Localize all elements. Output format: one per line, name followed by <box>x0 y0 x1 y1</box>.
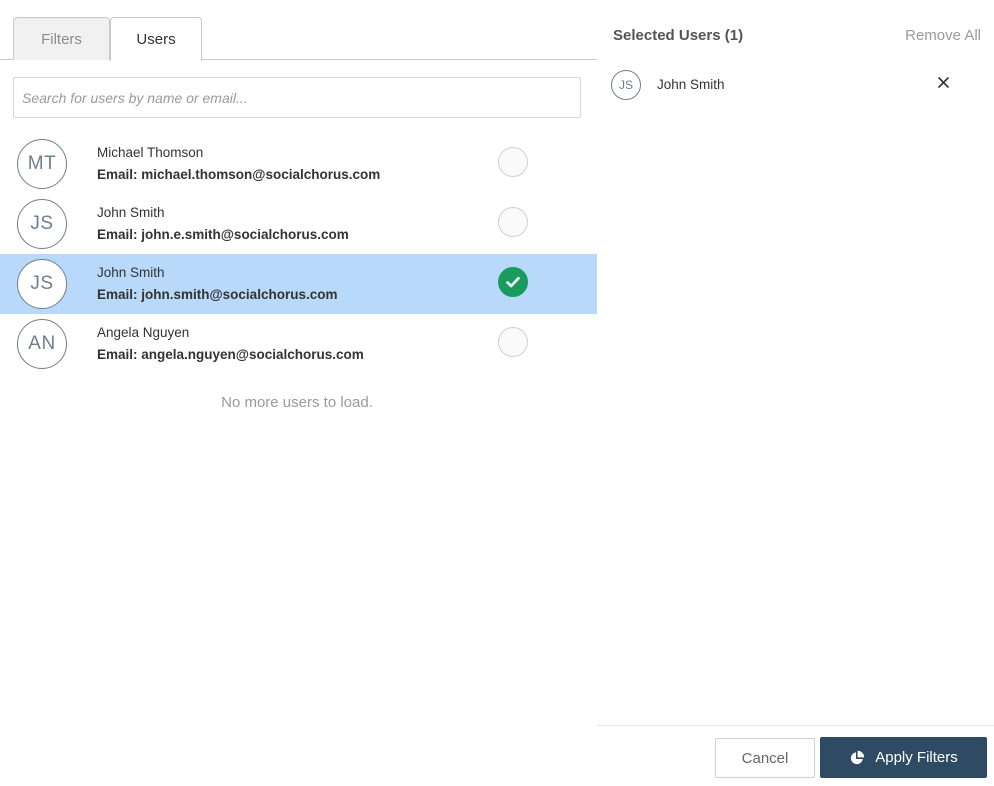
user-name: Michael Thomson <box>97 145 204 160</box>
avatar: AN <box>17 319 67 369</box>
footer-actions: Cancel Apply Filters <box>597 725 994 786</box>
checkmark-icon <box>506 276 520 288</box>
select-checkbox[interactable] <box>498 147 528 177</box>
user-email: Email: john.smith@socialchorus.com <box>97 287 338 302</box>
tab-bar: Filters Users <box>0 0 597 61</box>
user-list: MT Michael Thomson Email: michael.thomso… <box>0 134 597 374</box>
user-email: Email: john.e.smith@socialchorus.com <box>97 227 349 242</box>
select-checkbox[interactable] <box>498 327 528 357</box>
apply-filters-label: Apply Filters <box>875 749 958 766</box>
remove-all-link[interactable]: Remove All <box>905 27 981 44</box>
user-row[interactable]: AN Angela Nguyen Email: angela.nguyen@so… <box>0 314 597 374</box>
avatar: JS <box>17 259 67 309</box>
user-row[interactable]: MT Michael Thomson Email: michael.thomso… <box>0 134 597 194</box>
selected-users-title: Selected Users (1) <box>613 27 744 44</box>
user-name: John Smith <box>97 205 165 220</box>
selected-users-panel: Selected Users (1) Remove All JS John Sm… <box>597 0 994 786</box>
avatar: JS <box>611 70 641 100</box>
pie-chart-icon <box>849 750 865 766</box>
search-input[interactable] <box>13 77 581 118</box>
avatar: JS <box>17 199 67 249</box>
select-checkbox[interactable] <box>498 207 528 237</box>
user-email: Email: angela.nguyen@socialchorus.com <box>97 347 364 362</box>
cancel-button[interactable]: Cancel <box>715 738 815 778</box>
tab-users[interactable]: Users <box>110 17 202 61</box>
remove-selected-button[interactable] <box>933 72 953 92</box>
user-row[interactable]: JS John Smith Email: john.smith@socialch… <box>0 254 597 314</box>
select-checkbox[interactable] <box>498 267 528 297</box>
close-icon <box>937 76 949 88</box>
user-name: Angela Nguyen <box>97 325 190 340</box>
selected-user-item: JS John Smith <box>611 70 981 101</box>
selected-user-name: John Smith <box>657 77 725 92</box>
list-end-message: No more users to load. <box>221 394 373 411</box>
user-row[interactable]: JS John Smith Email: john.e.smith@social… <box>0 194 597 254</box>
user-name: John Smith <box>97 265 165 280</box>
user-picker-panel: Filters Users MT Michael Thomson Email: … <box>0 0 597 786</box>
user-email: Email: michael.thomson@socialchorus.com <box>97 167 381 182</box>
tab-filters[interactable]: Filters <box>13 17 110 60</box>
avatar: MT <box>17 139 67 189</box>
apply-filters-button[interactable]: Apply Filters <box>820 737 987 778</box>
